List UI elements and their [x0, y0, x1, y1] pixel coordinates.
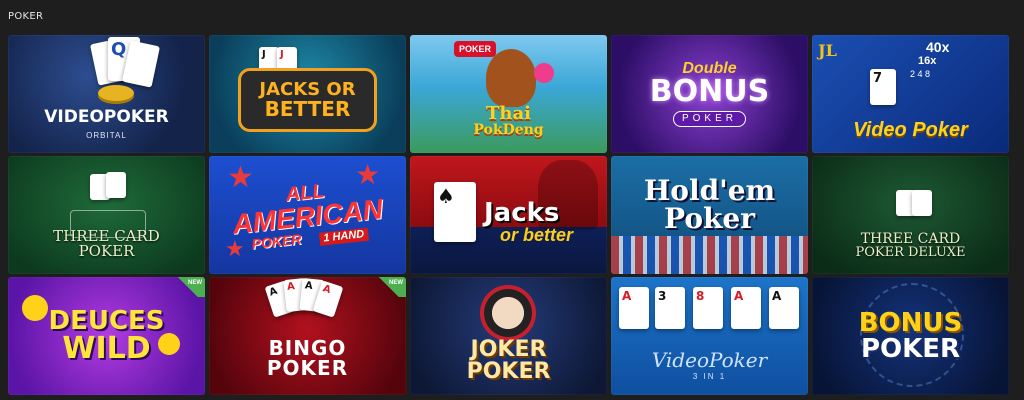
game-tile-double-bonus-poker[interactable]: Double BONUS POKER	[611, 35, 808, 153]
game-tile-three-card-poker-deluxe[interactable]: THREE CARD POKER DELUXE	[812, 156, 1009, 274]
game-tile-jacks-or-better-2[interactable]: ♠ Jacks or better	[410, 156, 607, 274]
game-title: Hold'em	[643, 174, 776, 207]
game-subtitle: POKER	[672, 111, 746, 127]
joker-character-icon	[480, 285, 536, 341]
character-icon	[486, 49, 536, 107]
playing-card-icon	[121, 40, 161, 88]
game-title: JOKER	[470, 337, 547, 362]
multiplier-mid: 16x	[918, 55, 937, 67]
playing-card-icon: 7	[870, 69, 896, 105]
coin-icon	[22, 295, 48, 321]
playing-card-icon: A	[769, 287, 799, 329]
playing-card-queen-icon: Q	[108, 37, 140, 81]
games-grid: Q VIDEOPOKER ORBITAL J J JACKS OR BETTER…	[8, 35, 1009, 395]
game-subtitle: 3 IN 1	[692, 371, 727, 381]
game-subtitle: ORBITAL	[86, 130, 127, 140]
game-title: BONUS	[649, 74, 770, 109]
game-title: BINGO	[268, 336, 347, 360]
new-badge: NEW	[372, 277, 406, 297]
game-title: THREE CARD	[860, 230, 961, 247]
game-subtitle: POKER	[466, 359, 551, 384]
game-subtitle: POKER	[266, 356, 349, 380]
game-title: Thai	[486, 103, 531, 124]
playing-card-icon: A	[264, 280, 296, 318]
game-tile-joker-poker[interactable]: JOKER POKER	[410, 277, 607, 395]
game-tile-deuces-wild[interactable]: NEW DEUCES WILD	[8, 277, 205, 395]
chips-icon	[98, 85, 134, 101]
playing-card-icon	[912, 190, 932, 216]
playing-card-icon: 8	[693, 287, 723, 329]
game-tile-videopoker-3in1[interactable]: A 3 8 A A VideoPoker 3 IN 1	[611, 277, 808, 395]
playing-card-icon: 3	[655, 287, 685, 329]
game-subtitle: POKER	[860, 334, 961, 364]
game-title: Video Poker	[853, 119, 968, 141]
game-tile-videopoker-orbital[interactable]: Q VIDEOPOKER ORBITAL	[8, 35, 205, 153]
game-subtitle: POKER	[78, 242, 135, 260]
game-subtitle: POKER	[250, 230, 303, 252]
game-title: VideoPoker	[651, 347, 768, 372]
multiplier-low: 2 4 8	[910, 69, 931, 79]
section-header: POKER	[0, 0, 1024, 32]
playing-card-icon: A	[312, 280, 344, 318]
playing-card-icon	[106, 172, 126, 198]
game-tile-all-american-poker[interactable]: ★ ★ ★ ALL AMERICAN POKER 1 HAND	[209, 156, 406, 274]
playing-card-icon: A	[731, 287, 761, 329]
game-title: BONUS	[858, 308, 963, 338]
game-tile-jacks-or-better[interactable]: J J JACKS OR BETTER	[209, 35, 406, 153]
poker-badge: POKER	[454, 41, 497, 57]
multiplier-top: 40x	[926, 39, 950, 55]
playing-card-icon	[89, 38, 129, 86]
game-subtitle: WILD	[62, 331, 151, 366]
playing-card-icon	[90, 174, 110, 200]
game-tile-three-card-poker[interactable]: THREE CARD POKER	[8, 156, 205, 274]
playing-card-icon: A	[299, 277, 325, 313]
game-subtitle: PokDeng	[473, 122, 544, 138]
playing-card-icon: A	[283, 277, 309, 313]
game-tile-thai-pok-deng[interactable]: POKER Thai PokDeng	[410, 35, 607, 153]
playing-card-icon: A	[619, 287, 649, 329]
hand-count: 1 HAND	[318, 227, 369, 246]
section-title: POKER	[8, 10, 44, 22]
game-tile-bingo-poker[interactable]: NEW A A A A BINGO POKER	[209, 277, 406, 395]
candy-icon	[534, 63, 554, 83]
game-subtitle: Poker	[664, 202, 755, 235]
jack-card-icon: ♠	[434, 182, 476, 242]
game-tile-jl-video-poker[interactable]: JL 7 40x 16x 2 4 8 Video Poker	[812, 35, 1009, 153]
game-title: VIDEOPOKER	[44, 106, 169, 127]
game-tile-bonus-poker[interactable]: BONUS POKER	[812, 277, 1009, 395]
game-subtitle: POKER DELUXE	[855, 244, 966, 260]
new-badge: NEW	[171, 277, 205, 297]
game-subtitle: BETTER	[264, 97, 351, 121]
chip-stacks	[611, 236, 808, 274]
game-tile-holdem-poker[interactable]: Hold'em Poker	[611, 156, 808, 274]
game-title: Jacks	[483, 198, 560, 228]
game-subtitle: or better	[499, 225, 573, 245]
jl-logo: JL	[818, 41, 837, 60]
playing-card-icon	[896, 190, 916, 216]
